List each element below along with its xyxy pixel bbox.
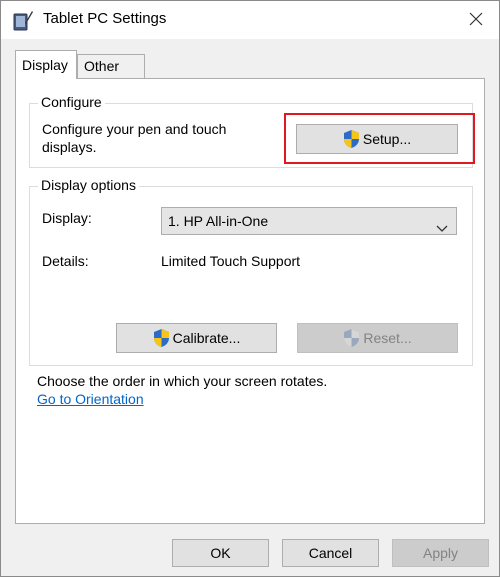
display-select-value: 1. HP All-in-One [168,213,269,229]
uac-shield-icon [343,129,360,149]
title-bar[interactable]: Tablet PC Settings [1,1,499,39]
tablet-pen-icon [13,9,33,31]
calibrate-button-label: Calibrate... [172,330,241,346]
tab-other[interactable]: Other [77,54,145,79]
details-label: Details: [42,253,89,269]
uac-shield-icon [153,328,170,348]
cancel-button[interactable]: Cancel [282,539,379,567]
display-tab-panel: Configure Configure your pen and touch d… [15,78,485,524]
configure-legend: Configure [38,94,105,110]
go-to-orientation-link[interactable]: Go to Orientation [37,391,144,407]
tablet-pc-settings-dialog: Tablet PC Settings Display Other Configu… [0,0,500,577]
chevron-down-icon [436,216,448,232]
reset-button[interactable]: Reset... [297,323,458,353]
tab-display[interactable]: Display [15,50,77,79]
display-label: Display: [42,210,92,226]
window-title: Tablet PC Settings [43,10,167,27]
calibrate-button[interactable]: Calibrate... [116,323,277,353]
cancel-button-label: Cancel [308,545,353,561]
configure-description-line1: Configure your pen and touch [42,121,227,137]
display-options-legend: Display options [38,177,139,193]
close-icon [469,12,483,29]
setup-button[interactable]: Setup... [296,124,458,154]
apply-button-label: Apply [422,545,459,561]
close-button[interactable] [453,1,499,39]
configure-description-line2: displays. [42,139,97,155]
orientation-description: Choose the order in which your screen ro… [37,373,328,389]
uac-shield-icon [343,328,360,348]
ok-button[interactable]: OK [172,539,269,567]
apply-button[interactable]: Apply [392,539,489,567]
ok-button-label: OK [210,545,231,561]
details-value: Limited Touch Support [161,253,301,269]
setup-button-label: Setup... [362,131,412,147]
reset-button-label: Reset... [363,330,412,346]
display-select[interactable]: 1. HP All-in-One [161,207,457,235]
